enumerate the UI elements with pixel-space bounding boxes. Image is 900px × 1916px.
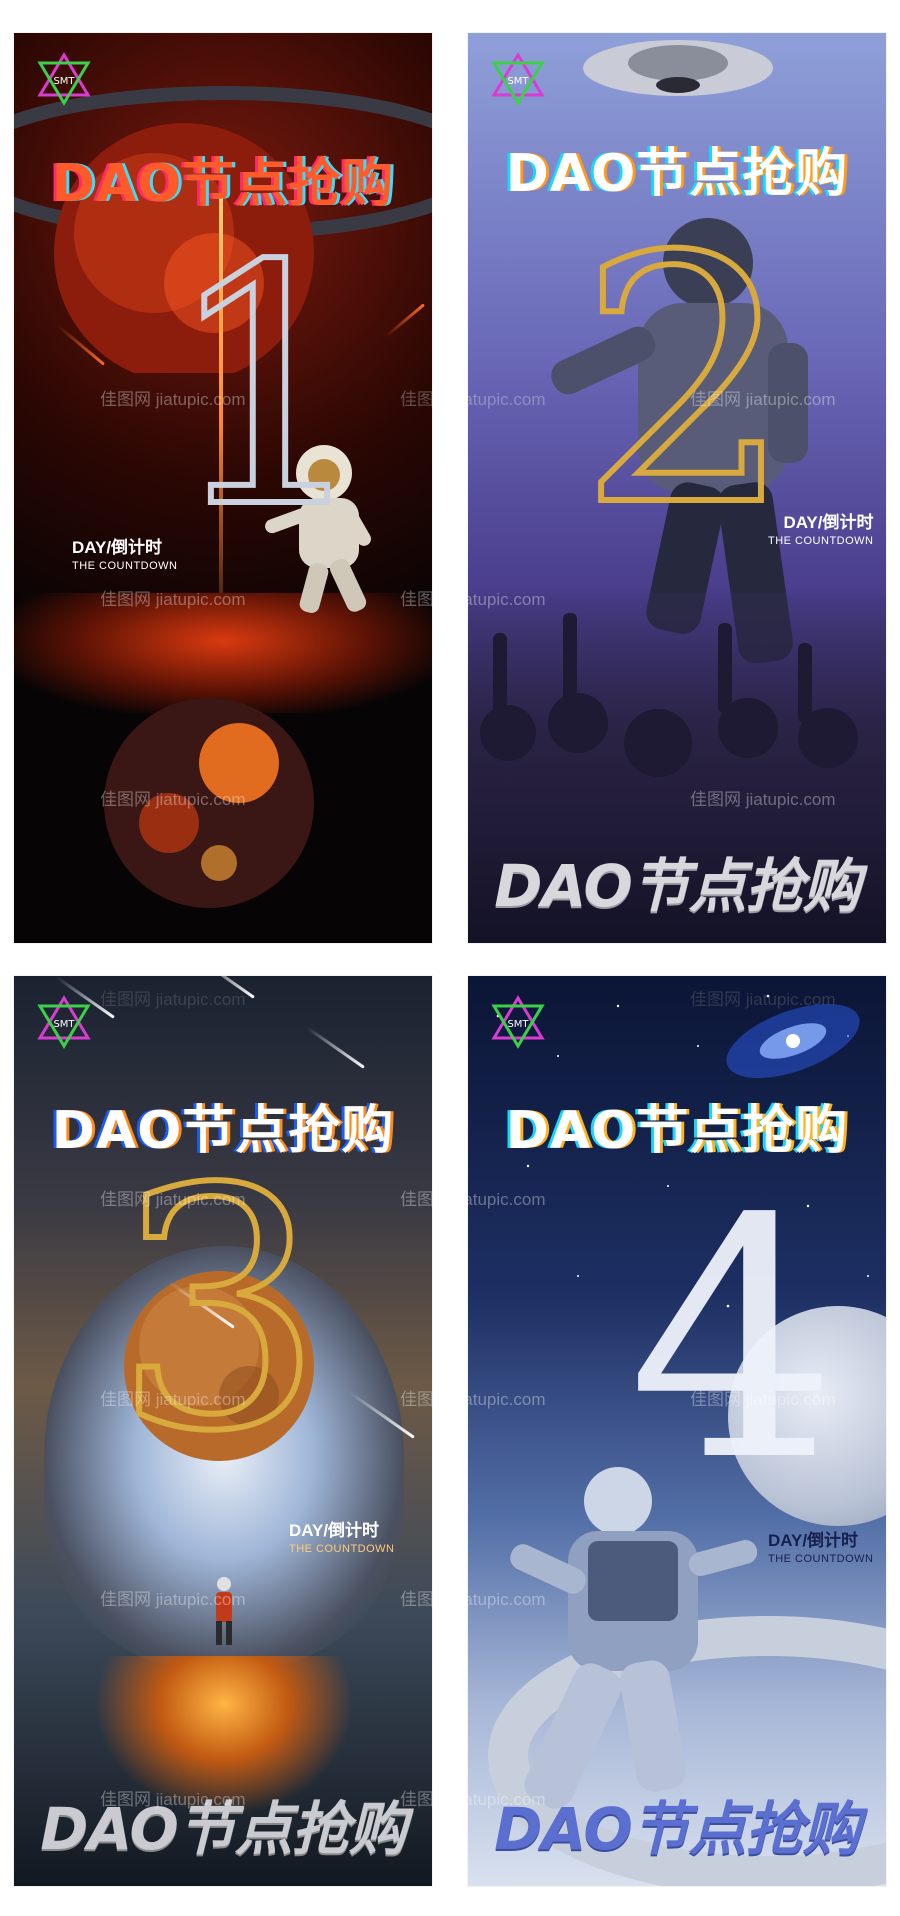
countdown-digit: 2 — [575, 185, 797, 581]
watermark: 佳图网 jiatupic.com — [400, 1390, 546, 1409]
countdown-sub-text: THE COUNTDOWN — [768, 535, 874, 547]
watermark: 佳图网 jiatupic.com — [100, 790, 246, 809]
countdown-sub-text: THE COUNTDOWN — [768, 1553, 874, 1565]
ufo-icon — [583, 40, 773, 96]
watermark: 佳图网 jiatupic.com — [100, 1190, 246, 1209]
watermark: 佳图网 jiatupic.com — [100, 590, 246, 609]
star-of-david-logo-icon: SMT — [491, 995, 545, 1049]
countdown-label: DAY/倒计时 THE COUNTDOWN — [72, 533, 178, 572]
star-of-david-logo-icon: SMT — [37, 52, 91, 106]
bottom-title: DAO节点抢购 — [494, 852, 861, 920]
watermark: 佳图网 jiatupic.com — [400, 1790, 546, 1809]
watermark: 佳图网 jiatupic.com — [400, 1590, 546, 1609]
countdown-day-text: DAY/倒计时 — [289, 1521, 380, 1540]
watermark: 佳图网 jiatupic.com — [400, 590, 546, 609]
watermark: 佳图网 jiatupic.com — [400, 390, 546, 409]
watermark: 佳图网 jiatupic.com — [690, 1390, 836, 1409]
poster-day-4: SMT DAO节点抢购 4 DAY/倒计时 THE COUNTDOWN DAO节… — [468, 976, 886, 1886]
countdown-digit: 4 — [628, 1149, 838, 1533]
watermark: 佳图网 jiatupic.com — [690, 990, 836, 1009]
svg-text:SMT: SMT — [507, 76, 529, 87]
watermark: 佳图网 jiatupic.com — [400, 1190, 546, 1209]
countdown-day-text: DAY/倒计时 — [72, 538, 163, 557]
countdown-sub-text: THE COUNTDOWN — [72, 560, 178, 572]
countdown-label: DAY/倒计时 THE COUNTDOWN — [768, 1526, 874, 1565]
watermark: 佳图网 jiatupic.com — [100, 390, 246, 409]
star-of-david-logo-icon: SMT — [37, 995, 91, 1049]
watermark: 佳图网 jiatupic.com — [100, 1790, 246, 1809]
svg-text:SMT: SMT — [507, 1019, 529, 1030]
countdown-label: DAY/倒计时 THE COUNTDOWN — [289, 1516, 395, 1555]
watermark: 佳图网 jiatupic.com — [690, 790, 836, 809]
svg-text:SMT: SMT — [53, 76, 75, 87]
watermark: 佳图网 jiatupic.com — [100, 1390, 246, 1409]
countdown-label: DAY/倒计时 THE COUNTDOWN — [768, 508, 874, 547]
watermark: 佳图网 jiatupic.com — [100, 990, 246, 1009]
countdown-day-text: DAY/倒计时 — [783, 513, 874, 532]
watermark: 佳图网 jiatupic.com — [100, 1590, 246, 1609]
countdown-day-text: DAY/倒计时 — [768, 1531, 859, 1550]
watermark: 佳图网 jiatupic.com — [690, 390, 836, 409]
poster-day-3: SMT DAO节点抢购 3 DAY/倒计时 THE COUNTDOWN DAO节… — [14, 976, 432, 1886]
star-of-david-logo-icon: SMT — [491, 52, 545, 106]
countdown-sub-text: THE COUNTDOWN — [289, 1543, 395, 1555]
svg-text:SMT: SMT — [53, 1019, 75, 1030]
